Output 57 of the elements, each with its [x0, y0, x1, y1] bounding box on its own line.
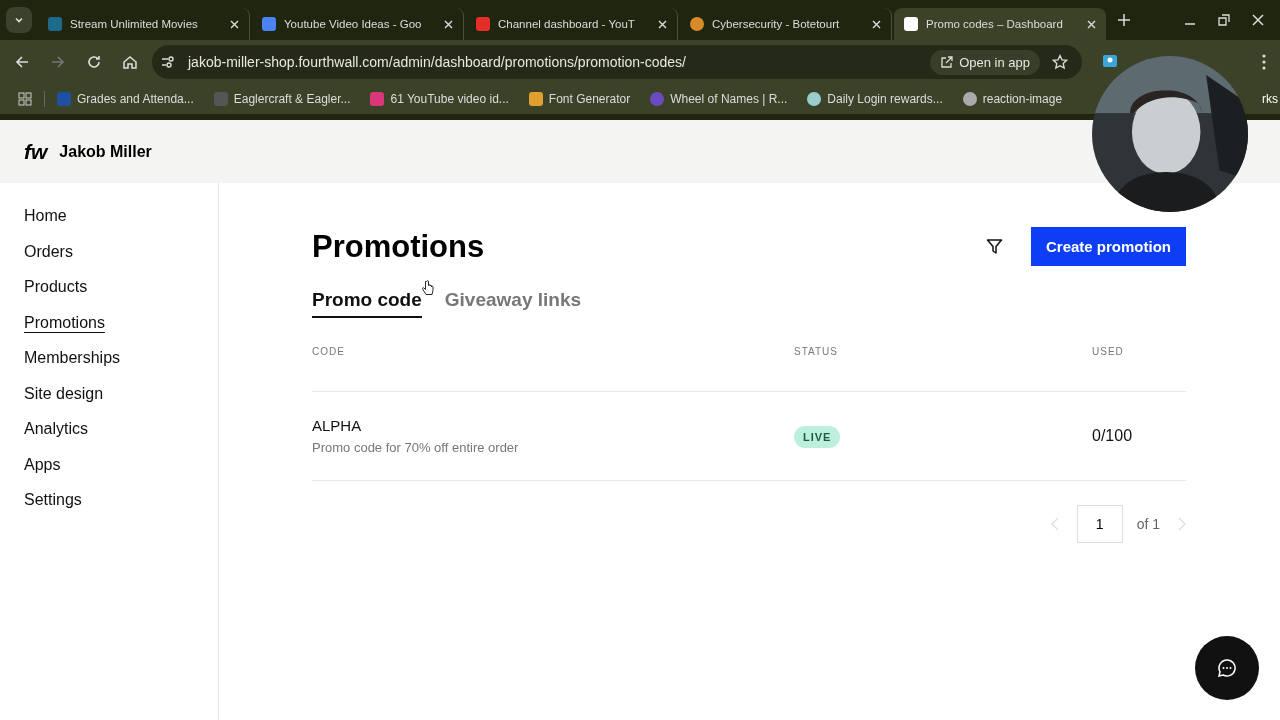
page-count: of 1 — [1136, 516, 1160, 532]
bookmark[interactable]: 61 YouTube video id... — [370, 92, 509, 106]
extension-icon[interactable] — [1102, 54, 1118, 70]
close-icon[interactable] — [230, 19, 239, 29]
browser-tab[interactable]: Promo codes – Dashboard — [894, 8, 1106, 40]
tab[interactable]: Promo code — [312, 289, 422, 318]
promo-code[interactable]: ALPHA — [312, 417, 794, 434]
address-bar[interactable]: jakob-miller-shop.fourthwall.com/admin/dashboard/promotions/promotion-codes/ Open in app — [152, 45, 1082, 79]
external-link-icon — [940, 55, 954, 69]
site-settings-icon[interactable] — [160, 54, 176, 70]
bookmark[interactable]: Wheel of Names | R... — [650, 92, 788, 106]
sidebar-item[interactable]: Orders — [24, 240, 73, 262]
shop-name: Jakob Miller — [59, 142, 152, 161]
promo-description: Promo code for 70% off entire order — [312, 440, 520, 455]
page-title: Promotions — [312, 228, 485, 265]
back-icon[interactable] — [14, 54, 30, 70]
close-icon[interactable] — [872, 19, 881, 29]
sidebar-item[interactable]: Promotions — [24, 311, 105, 333]
column-header: CODE — [312, 346, 346, 357]
apps-icon[interactable] — [18, 92, 32, 106]
page-number-field[interactable]: 1 — [1076, 505, 1123, 543]
sidebar-item[interactable]: Home — [24, 205, 67, 227]
status-badge: LIVE — [794, 426, 841, 448]
bookmark[interactable]: Eaglercraft & Eagler... — [213, 92, 351, 106]
home-icon[interactable] — [122, 54, 138, 70]
sidebar-item[interactable]: Products — [24, 276, 88, 298]
chevron-down-icon — [14, 15, 24, 25]
reload-icon[interactable] — [86, 54, 102, 70]
sidebar-item[interactable]: Site design — [24, 382, 104, 404]
menu-icon[interactable] — [1262, 54, 1266, 70]
close-icon[interactable] — [444, 19, 453, 29]
chat-icon — [1217, 658, 1237, 678]
filter-icon[interactable] — [986, 238, 1003, 255]
hand-cursor-icon — [422, 280, 434, 296]
bookmark[interactable]: Daily Login rewards... — [807, 92, 943, 106]
create-promotion-button[interactable]: Create promotion — [1031, 227, 1186, 266]
restore-icon[interactable] — [1218, 14, 1230, 26]
bookmark[interactable]: Font Generator — [528, 92, 631, 106]
logo[interactable]: fw — [24, 139, 48, 164]
sidebar-item[interactable]: Memberships — [24, 347, 121, 369]
column-header: STATUS — [794, 346, 839, 357]
open-in-app-button[interactable]: Open in app — [930, 49, 1040, 75]
usage-count: 0/100 — [1092, 427, 1133, 444]
close-icon[interactable] — [658, 19, 667, 29]
sidebar-item[interactable]: Apps — [24, 453, 61, 475]
bookmark[interactable]: Grades and Attenda... — [57, 92, 194, 106]
close-icon[interactable] — [1087, 19, 1096, 29]
bookmark[interactable]: rks — [1262, 92, 1278, 106]
new-tab-icon[interactable] — [1118, 14, 1130, 26]
column-header: USED — [1092, 346, 1125, 357]
bookmark[interactable]: reaction-image — [962, 92, 1063, 106]
star-icon[interactable] — [1052, 54, 1068, 70]
close-icon[interactable] — [1252, 14, 1264, 26]
sidebar-item[interactable]: Analytics — [24, 418, 89, 440]
tab-search-button[interactable] — [6, 7, 32, 33]
sidebar-item[interactable]: Settings — [24, 489, 82, 511]
tab[interactable]: Giveaway links — [444, 289, 582, 318]
